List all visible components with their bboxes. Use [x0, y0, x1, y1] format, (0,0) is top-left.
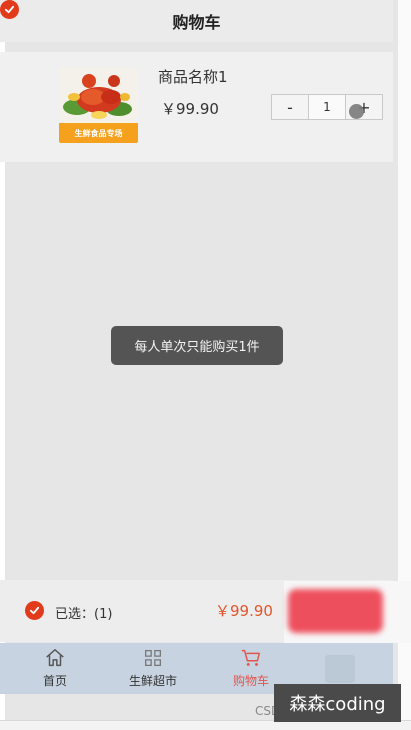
- tab-grocery[interactable]: 生鲜超市: [118, 647, 188, 691]
- quantity-value[interactable]: 1: [308, 95, 346, 119]
- home-icon: [46, 649, 64, 667]
- product-price: ￥99.90: [161, 100, 219, 118]
- checkout-button[interactable]: [288, 589, 383, 633]
- tab-cart-label: 购物车: [232, 674, 269, 688]
- tab-grocery-label: 生鲜超市: [128, 674, 177, 688]
- checkmark-icon: [29, 606, 40, 615]
- product-name: 商品名称1: [158, 68, 228, 86]
- tab-home-label: 首页: [42, 674, 67, 688]
- author-watermark: 森森coding: [274, 684, 401, 722]
- toast-message: 每人单次只能购买1件: [111, 326, 283, 365]
- total-price: ￥99.90: [215, 602, 273, 620]
- tab-home[interactable]: 首页: [20, 647, 90, 691]
- product-image[interactable]: 生鲜食品专场: [59, 67, 138, 143]
- checkmark-icon: [4, 5, 15, 14]
- lobster-illustration: [59, 67, 138, 123]
- selected-count: 已选：(1): [55, 607, 113, 622]
- grocery-icon: [145, 650, 161, 666]
- touch-pointer: [349, 104, 364, 119]
- item-checkbox[interactable]: [0, 0, 19, 19]
- page-title: 购物车: [172, 13, 221, 32]
- nav-header: 购物车: [0, 0, 393, 42]
- decrease-button[interactable]: -: [272, 95, 308, 119]
- quantity-stepper: - 1 +: [271, 94, 383, 120]
- product-banner: 生鲜食品专场: [59, 123, 138, 143]
- tab-mine-blurred[interactable]: [325, 655, 355, 683]
- checkout-area: [284, 581, 411, 643]
- select-all-checkbox[interactable]: [25, 601, 44, 620]
- cart-icon: [241, 649, 260, 666]
